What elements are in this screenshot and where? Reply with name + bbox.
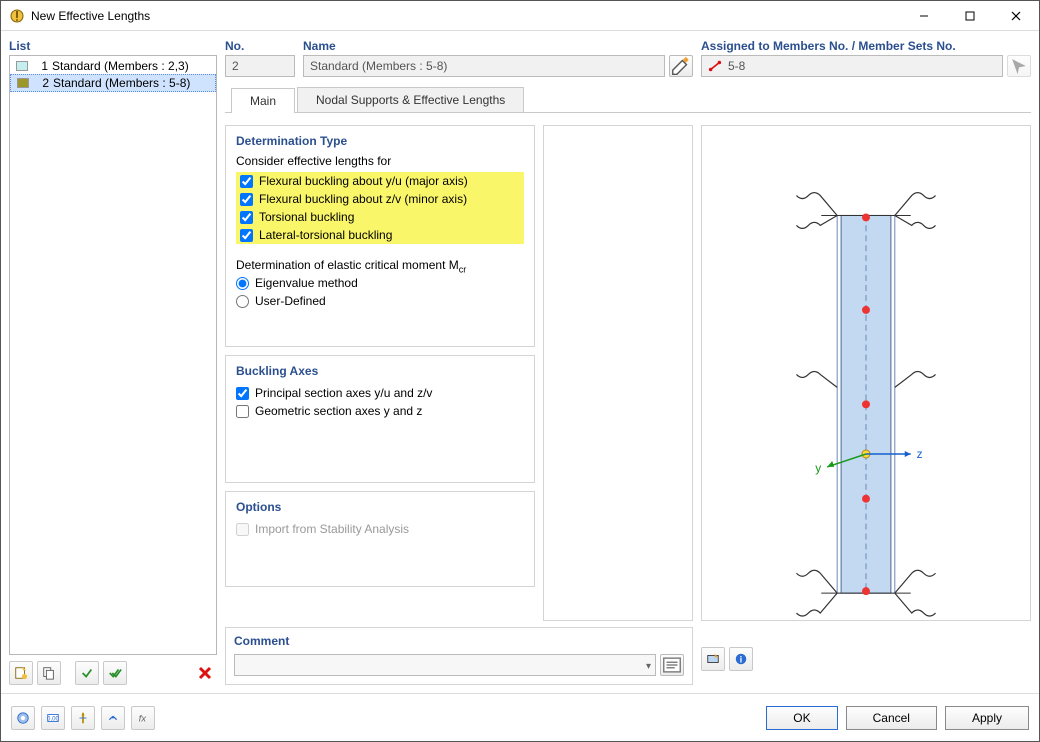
no-value: 2 xyxy=(232,59,239,73)
chk-import-stability: Import from Stability Analysis xyxy=(236,520,524,538)
radio-userdefined-label: User-Defined xyxy=(255,294,326,308)
list-item-label: Standard (Members : 2,3) xyxy=(52,59,189,73)
delete-button[interactable] xyxy=(193,661,217,685)
tab-main[interactable]: Main xyxy=(231,88,295,113)
consider-label: Consider effective lengths for xyxy=(236,154,524,168)
comment-title: Comment xyxy=(234,634,684,648)
svg-text:fx: fx xyxy=(139,713,148,724)
check-button-2[interactable] xyxy=(103,661,127,685)
close-button[interactable] xyxy=(993,1,1039,31)
minimize-button[interactable] xyxy=(901,1,947,31)
pick-members-button[interactable] xyxy=(1007,55,1031,77)
chk-principal-axes[interactable]: Principal section axes y/u and z/v xyxy=(236,384,524,402)
assigned-value: 5-8 xyxy=(728,59,745,73)
no-label: No. xyxy=(225,39,295,53)
options-panel: Options Import from Stability Analysis xyxy=(225,491,535,587)
list-box[interactable]: 1 Standard (Members : 2,3) 2 Standard (M… xyxy=(9,55,217,655)
chk-principal-axes-label: Principal section axes y/u and z/v xyxy=(255,386,432,400)
comment-browse-button[interactable] xyxy=(660,654,684,676)
chk-flexural-minor[interactable]: Flexural buckling about z/v (minor axis) xyxy=(236,190,524,208)
units-button[interactable]: 0,00 xyxy=(41,706,65,730)
maximize-button[interactable] xyxy=(947,1,993,31)
tab-strip: Main Nodal Supports & Effective Lengths xyxy=(225,87,1031,112)
svg-text:y: y xyxy=(815,461,821,475)
chk-torsional[interactable]: Torsional buckling xyxy=(236,208,524,226)
name-label: Name xyxy=(303,39,693,53)
chk-torsional-label: Torsional buckling xyxy=(259,210,354,224)
check-button-1[interactable] xyxy=(75,661,99,685)
tab-nodal-supports[interactable]: Nodal Supports & Effective Lengths xyxy=(297,87,524,112)
name-input[interactable]: Standard (Members : 5-8) xyxy=(303,55,665,77)
chk-lateral-torsional[interactable]: Lateral-torsional buckling xyxy=(236,226,524,244)
chk-geometric-axes-label: Geometric section axes y and z xyxy=(255,404,422,418)
cancel-button[interactable]: Cancel xyxy=(846,706,937,730)
determination-panel: Determination Type Consider effective le… xyxy=(225,125,535,347)
chk-flexural-minor-label: Flexural buckling about z/v (minor axis) xyxy=(259,192,467,206)
radio-eigenvalue[interactable]: Eigenvalue method xyxy=(236,274,524,292)
titlebar: New Effective Lengths xyxy=(1,1,1039,31)
member-icon xyxy=(708,59,722,73)
help-button[interactable] xyxy=(11,706,35,730)
tool-button-3[interactable] xyxy=(71,706,95,730)
chk-lateral-torsional-label: Lateral-torsional buckling xyxy=(259,228,392,242)
mcr-label: Determination of elastic critical moment… xyxy=(236,258,524,274)
copy-item-button[interactable] xyxy=(37,661,61,685)
window-title: New Effective Lengths xyxy=(31,9,901,23)
radio-userdefined[interactable]: User-Defined xyxy=(236,292,524,310)
no-input[interactable]: 2 xyxy=(225,55,295,77)
list-header: List xyxy=(9,39,217,53)
bottom-bar: 0,00 fx OK Cancel Apply xyxy=(1,693,1039,741)
chk-flexural-major[interactable]: Flexural buckling about y/u (major axis) xyxy=(236,172,524,190)
chk-geometric-axes[interactable]: Geometric section axes y and z xyxy=(236,402,524,420)
edit-name-button[interactable] xyxy=(669,55,693,77)
assigned-label: Assigned to Members No. / Member Sets No… xyxy=(701,39,1031,53)
list-item-label: Standard (Members : 5-8) xyxy=(53,76,190,90)
list-toolbar xyxy=(9,661,217,685)
assigned-input[interactable]: 5-8 xyxy=(701,55,1003,77)
buckling-axes-title: Buckling Axes xyxy=(236,364,524,378)
name-value: Standard (Members : 5-8) xyxy=(310,59,447,73)
list-item[interactable]: 2 Standard (Members : 5-8) xyxy=(10,74,216,92)
options-title: Options xyxy=(236,500,524,514)
comment-input[interactable] xyxy=(234,654,656,676)
ok-button[interactable]: OK xyxy=(766,706,837,730)
chevron-down-icon xyxy=(646,658,651,672)
chk-import-stability-label: Import from Stability Analysis xyxy=(255,522,409,536)
tool-button-4[interactable] xyxy=(101,706,125,730)
buckling-axes-panel: Buckling Axes Principal section axes y/u… xyxy=(225,355,535,483)
list-item-num: 1 xyxy=(34,59,48,73)
radio-eigenvalue-label: Eigenvalue method xyxy=(255,276,358,290)
preview-panel: z y xyxy=(701,125,1031,621)
app-icon xyxy=(9,8,25,24)
list-item[interactable]: 1 Standard (Members : 2,3) xyxy=(10,58,216,74)
preview-drawing: z y xyxy=(702,126,1030,679)
middle-empty-panel xyxy=(543,125,693,621)
determination-title: Determination Type xyxy=(236,134,524,148)
chk-flexural-major-label: Flexural buckling about y/u (major axis) xyxy=(259,174,468,188)
list-item-num: 2 xyxy=(35,76,49,90)
list-item-swatch xyxy=(16,61,28,71)
svg-text:z: z xyxy=(917,447,923,461)
tool-button-5[interactable]: fx xyxy=(131,706,155,730)
svg-text:0,00: 0,00 xyxy=(47,715,59,722)
apply-button[interactable]: Apply xyxy=(945,706,1029,730)
new-item-button[interactable] xyxy=(9,661,33,685)
list-item-swatch xyxy=(17,78,29,88)
